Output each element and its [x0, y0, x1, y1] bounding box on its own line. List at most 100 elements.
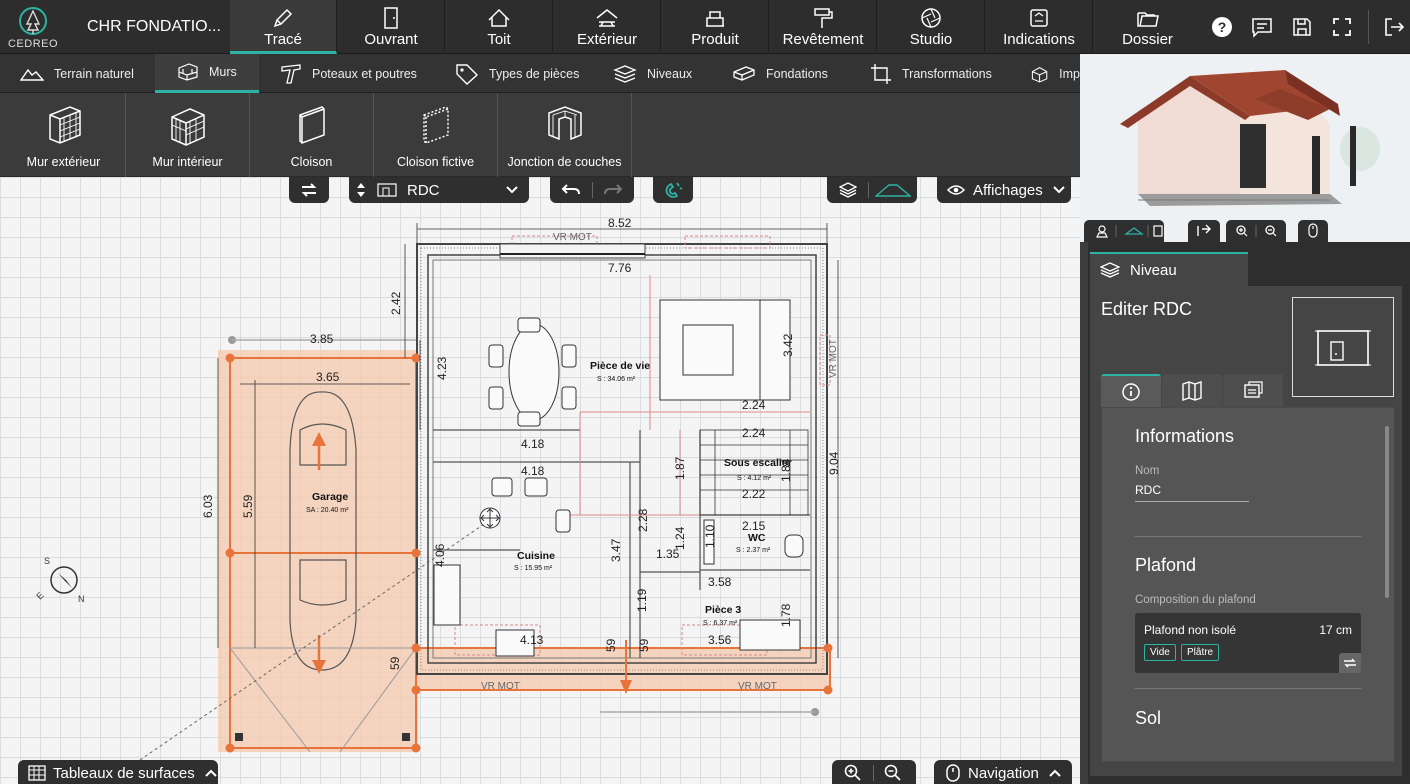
tab-trace[interactable]: Tracé [230, 0, 337, 54]
comment-icon[interactable] [1250, 15, 1274, 39]
subtab-types-pieces[interactable]: Types de pièces [455, 54, 595, 93]
aperture-icon [921, 8, 941, 28]
tool-jonction-couches[interactable]: Jonction de couches [498, 93, 632, 177]
tab-label: Ouvrant [364, 31, 418, 48]
subtab-label: Transformations [902, 66, 992, 81]
panel-tab-label: Niveau [1130, 261, 1177, 279]
tableaux-label: Tableaux de surfaces [53, 764, 195, 782]
zoom-in-icon[interactable] [844, 764, 862, 782]
divider [1368, 10, 1369, 44]
tool-mur-exterieur[interactable]: Mur extérieur [2, 93, 126, 177]
corner-handle[interactable] [402, 733, 410, 741]
dim-label: 4.23 [435, 356, 449, 380]
pencil-icon [273, 8, 293, 28]
chevron-up-icon [1049, 769, 1061, 777]
transform-icon [871, 63, 891, 84]
divider [592, 182, 593, 198]
level-thumbnail[interactable] [1292, 297, 1394, 397]
paint-roller-icon [814, 8, 833, 28]
svg-text:?: ? [1218, 19, 1227, 35]
floor-plan[interactable]: 8.52 7.76 3.85 3.65 2.42 4.23 3.42 4.18 … [0, 177, 1080, 784]
roof-view-icon[interactable] [875, 182, 911, 198]
nom-field[interactable]: RDC [1135, 483, 1249, 502]
3d-preview[interactable] [1080, 54, 1410, 242]
subtab-info[interactable] [1101, 374, 1161, 407]
top-bar: CEDREO CHR FONDATIO... Tracé Ouvrant Toi… [0, 0, 1410, 54]
tab-revetement[interactable]: Revêtement [770, 0, 877, 54]
dim-label: 1.78 [779, 603, 793, 627]
tool-mur-interieur[interactable]: Mur intérieur [126, 93, 250, 177]
preview-view-icons[interactable] [1084, 220, 1164, 242]
tab-produit[interactable]: Produit [662, 0, 769, 54]
swap-icon [301, 183, 317, 197]
tool-label: Cloison [290, 155, 333, 169]
swap-button[interactable] [289, 177, 329, 203]
fullscreen-icon[interactable] [1330, 15, 1354, 39]
help-icon[interactable]: ? [1210, 15, 1234, 39]
tab-exterieur[interactable]: Extérieur [554, 0, 661, 54]
dim-label: 1.10 [703, 524, 717, 548]
swap-composition-button[interactable] [1339, 653, 1361, 673]
magnet-button[interactable] [653, 177, 693, 203]
subtab-import[interactable]: Imp [1030, 54, 1080, 93]
logo-text: CEDREO [7, 38, 59, 50]
dim-label: 3.42 [781, 333, 795, 357]
scrollbar[interactable] [1385, 426, 1389, 598]
tool-cloison[interactable]: Cloison [250, 93, 374, 177]
tab-indications[interactable]: Indications [986, 0, 1093, 54]
preview-mouse-button[interactable] [1298, 220, 1328, 242]
fictive-partition-icon [422, 106, 449, 144]
tool-label: Cloison fictive [396, 155, 475, 169]
subtab-niveaux[interactable]: Niveaux [613, 54, 713, 93]
preview-rotate-button[interactable] [1188, 220, 1220, 242]
undo-icon[interactable] [561, 182, 581, 198]
save-icon[interactable] [1290, 15, 1314, 39]
compass-icon[interactable]: S E N [34, 556, 84, 604]
sol-title: Sol [1135, 708, 1162, 728]
subtab-terrain-naturel[interactable]: Terrain naturel [20, 54, 155, 93]
plafond-title: Plafond [1135, 555, 1197, 575]
layers-view-icon[interactable] [839, 181, 857, 199]
preview-zoom-icons[interactable] [1226, 220, 1286, 242]
tab-niveau[interactable]: Niveau [1090, 252, 1248, 286]
project-name[interactable]: CHR FONDATIO... [87, 18, 221, 36]
dim-label: 1.24 [673, 526, 687, 550]
subtab-poteaux-poutres[interactable]: Poteaux et poutres [280, 54, 430, 93]
redo-icon[interactable] [603, 182, 623, 198]
room-area: S : 4.12 m² [737, 475, 772, 482]
dim-label: 1.19 [635, 588, 649, 612]
dim-label: 2.24 [742, 398, 766, 412]
room-area: S : 34.06 m² [597, 376, 636, 383]
tab-label: Studio [909, 31, 953, 48]
foundation-icon [733, 65, 755, 81]
magnet-icon [665, 182, 683, 198]
subtab-murs[interactable]: Murs [155, 54, 259, 93]
level-selector[interactable]: RDC [349, 177, 529, 203]
cedreo-logo[interactable]: CEDREO [6, 4, 60, 50]
navigation-button[interactable]: Navigation [934, 760, 1072, 784]
tableaux-surfaces-button[interactable]: Tableaux de surfaces [18, 760, 218, 784]
updown-icon [357, 183, 365, 197]
corner-handle[interactable] [235, 733, 243, 741]
subtab-render[interactable] [1223, 374, 1283, 407]
furniture-icon [706, 11, 724, 27]
tab-studio[interactable]: Studio [878, 0, 985, 54]
subtab-transformations[interactable]: Transformations [870, 54, 1020, 93]
svg-text:N: N [78, 594, 85, 604]
tab-dossier[interactable]: Dossier [1094, 0, 1201, 54]
logout-icon[interactable] [1382, 15, 1406, 39]
plan-canvas[interactable]: 8.52 7.76 3.85 3.65 2.42 4.23 3.42 4.18 … [0, 177, 1080, 784]
dim-label: 4.18 [521, 437, 545, 451]
tab-toit[interactable]: Toit [446, 0, 553, 54]
garage-zone[interactable] [218, 350, 418, 752]
tab-ouvrant[interactable]: Ouvrant [338, 0, 445, 54]
zoom-out-icon[interactable] [884, 764, 902, 782]
subtab-fondations[interactable]: Fondations [732, 54, 852, 93]
room-name: Sous escalier [724, 457, 792, 469]
mouse-icon [946, 764, 960, 782]
affichages-button[interactable]: Affichages [937, 177, 1071, 203]
tool-cloison-fictive[interactable]: Cloison fictive [374, 93, 498, 177]
subtab-map[interactable] [1162, 374, 1222, 407]
ceiling-composition-card[interactable]: Plafond non isolé 17 cm Vide Plâtre [1135, 613, 1361, 673]
table-icon [28, 765, 46, 781]
